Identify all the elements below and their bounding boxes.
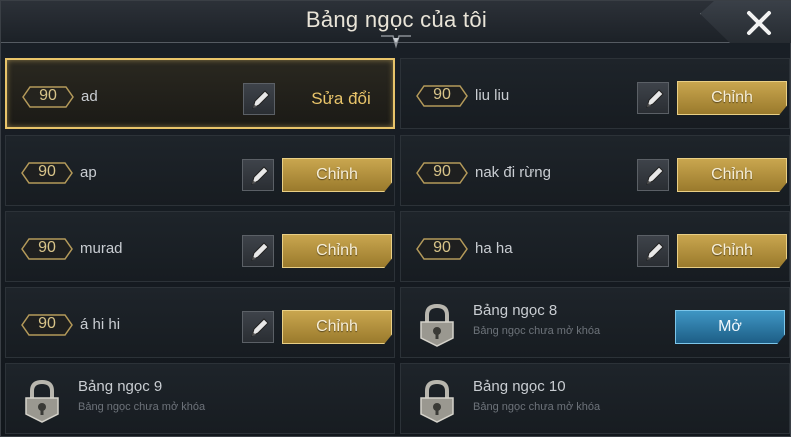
pencil-icon xyxy=(251,242,269,261)
rename-button[interactable] xyxy=(242,159,274,191)
level-badge: 90 xyxy=(21,84,75,110)
title-ornament-icon xyxy=(381,35,411,49)
level-badge: 90 xyxy=(415,83,469,109)
level-badge: 90 xyxy=(415,160,469,186)
pencil-icon xyxy=(251,166,269,185)
rune-page-name: nak đi rừng xyxy=(475,164,551,181)
level-badge: 90 xyxy=(415,236,469,262)
close-button[interactable] xyxy=(700,1,791,43)
rune-page-card[interactable]: 90 ad Sửa đổi xyxy=(5,58,395,129)
rune-page-card[interactable]: 90 nak đi rừng Chỉnh xyxy=(400,135,790,206)
rune-page-card[interactable]: 90 ha ha Chỉnh xyxy=(400,211,790,282)
lock-icon xyxy=(25,379,59,423)
rename-button[interactable] xyxy=(637,235,669,267)
rename-button[interactable] xyxy=(637,159,669,191)
lock-icon xyxy=(420,379,454,423)
pencil-icon xyxy=(252,90,270,109)
modify-button[interactable]: Sửa đổi xyxy=(293,86,389,112)
adjust-button[interactable]: Chỉnh xyxy=(282,158,392,192)
level-badge: 90 xyxy=(20,312,74,338)
adjust-button[interactable]: Chỉnh xyxy=(282,234,392,268)
locked-page-subtitle: Bảng ngọc chưa mở khóa xyxy=(473,401,601,413)
rune-page-card[interactable]: 90 ap Chỉnh xyxy=(5,135,395,206)
locked-page-subtitle: Bảng ngọc chưa mở khóa xyxy=(473,325,601,337)
window-header: Bảng ngọc của tôi xyxy=(1,1,791,49)
rename-button[interactable] xyxy=(242,311,274,343)
unlock-button[interactable]: Mở xyxy=(675,310,785,344)
locked-page-title: Bảng ngọc 8 xyxy=(473,302,558,319)
locked-rune-page-card: Bảng ngọc 10 Bảng ngọc chưa mở khóa xyxy=(400,363,790,434)
locked-page-title: Bảng ngọc 10 xyxy=(473,378,566,395)
pencil-icon xyxy=(646,242,664,261)
level-badge: 90 xyxy=(20,160,74,186)
lock-icon xyxy=(420,303,454,347)
adjust-button[interactable]: Chỉnh xyxy=(677,81,787,115)
rune-page-name: liu liu xyxy=(475,87,510,104)
rename-button[interactable] xyxy=(243,83,275,115)
rename-button[interactable] xyxy=(637,82,669,114)
rune-page-card[interactable]: 90 liu liu Chỉnh xyxy=(400,58,790,129)
page-title: Bảng ngọc của tôi xyxy=(305,7,488,32)
locked-page-subtitle: Bảng ngọc chưa mở khóa xyxy=(78,401,206,413)
pencil-icon xyxy=(646,166,664,185)
rune-page-name: ha ha xyxy=(475,240,513,257)
rename-button[interactable] xyxy=(242,235,274,267)
rune-page-name: murad xyxy=(80,240,123,257)
pencil-icon xyxy=(646,89,664,108)
locked-rune-page-card: Bảng ngọc 8 Bảng ngọc chưa mở khóa Mở xyxy=(400,287,790,358)
pencil-icon xyxy=(251,318,269,337)
adjust-button[interactable]: Chỉnh xyxy=(677,234,787,268)
rune-page-name: ap xyxy=(80,164,97,181)
rune-page-name: á hi hi xyxy=(80,316,121,333)
locked-rune-page-card: Bảng ngọc 9 Bảng ngọc chưa mở khóa xyxy=(5,363,395,434)
level-badge: 90 xyxy=(20,236,74,262)
rune-page-card[interactable]: 90 á hi hi Chỉnh xyxy=(5,287,395,358)
rune-page-name: ad xyxy=(81,88,98,105)
locked-page-title: Bảng ngọc 9 xyxy=(78,378,163,395)
adjust-button[interactable]: Chỉnh xyxy=(677,158,787,192)
close-icon xyxy=(747,11,771,35)
adjust-button[interactable]: Chỉnh xyxy=(282,310,392,344)
rune-page-window: Bảng ngọc của tôi 90 ad Sửa đổi 90 liu l… xyxy=(0,0,791,437)
rune-page-card[interactable]: 90 murad Chỉnh xyxy=(5,211,395,282)
